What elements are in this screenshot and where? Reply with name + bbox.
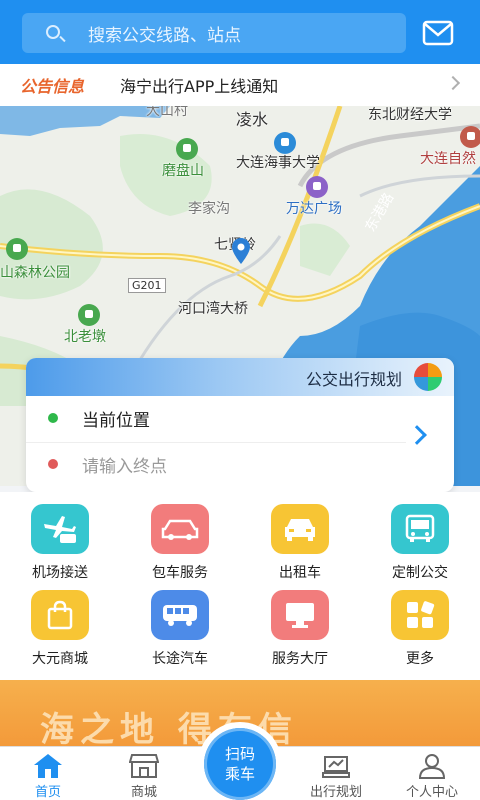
service-long-distance-bus[interactable]: 长途汽车 [120,584,240,674]
origin-text[interactable]: 当前位置 [82,406,150,431]
chevron-right-icon[interactable] [407,425,427,445]
service-label: 包车服务 [152,565,208,581]
route-plan-icon [321,753,351,779]
custom-bus-icon [391,504,449,554]
mail-icon[interactable] [422,20,454,46]
map-label: 山森林公园 [0,265,70,281]
map-label: 凌水 [236,110,269,129]
monitor-icon [271,590,329,640]
scan-button-face: 扫码 乘车 [204,728,276,800]
planner-logo-icon [414,363,442,391]
tab-label: 出行规划 [309,785,362,800]
map-label: 李家沟 [188,201,230,217]
shopping-poi-icon [306,176,328,198]
map-label: 大山村 [146,106,188,119]
top-header: 搜索公交线路、站点 [0,0,480,64]
map-label: 大连自然 [420,151,476,167]
service-label: 定制公交 [392,565,448,581]
road-shield: G201 [128,278,166,293]
origin-field[interactable]: 当前位置 [26,396,406,440]
mountain-poi-icon [78,304,100,326]
service-label: 长途汽车 [152,651,208,667]
home-icon [33,753,63,779]
service-label: 机场接送 [32,565,88,581]
service-mall[interactable]: 大元商城 [0,584,120,674]
notice-message[interactable]: 海宁出行APP上线通知 [120,73,278,97]
planner-title: 公交出行规划 [305,370,402,389]
service-more[interactable]: 更多 [360,584,480,674]
map-label: 磨盘山 [162,163,204,179]
route-planner-card: 公交出行规划 当前位置 请输入终点 [26,358,454,492]
service-charter[interactable]: 包车服务 [120,498,240,588]
scan-label-line2: 乘车 [224,765,255,783]
tab-label: 个人中心 [405,785,458,800]
tab-label: 商城 [130,785,157,800]
notice-bar[interactable]: 公告信息 海宁出行APP上线通知 [0,64,480,106]
tab-route-plan[interactable]: 出行规划 [288,747,384,800]
coach-bus-icon [151,590,209,640]
park-poi-icon [6,238,28,260]
map-label: 北老墩 [64,329,106,345]
map-label: 东北财经大学 [368,107,452,123]
origin-dot-icon [48,413,58,423]
destination-dot-icon [48,459,58,469]
map-label: 大连海事大学 [236,155,320,171]
charter-car-icon [151,504,209,554]
service-label: 大元商城 [32,651,88,667]
taxi-icon [271,504,329,554]
services-grid: 机场接送 包车服务 出租车 定制公交 大元商城 长途汽车 服务大厅 更多 [0,492,480,680]
scan-to-ride-button[interactable]: 扫码 乘车 [198,722,282,800]
search-bar[interactable]: 搜索公交线路、站点 [22,13,406,53]
tab-shop[interactable]: 商城 [96,747,192,800]
shop-icon [128,753,160,779]
mountain-poi-icon [176,138,198,160]
search-input[interactable]: 搜索公交线路、站点 [88,21,241,46]
tab-label: 首页 [34,785,61,800]
service-label: 出租车 [279,565,321,581]
destination-input[interactable]: 请输入终点 [82,452,167,477]
user-icon [417,753,447,779]
map-label: 河口湾大桥 [178,301,248,317]
museum-poi-icon [460,126,480,148]
service-label: 更多 [406,651,434,667]
service-custom-bus[interactable]: 定制公交 [360,498,480,588]
search-icon [42,13,82,53]
service-hall[interactable]: 服务大厅 [240,584,360,674]
service-taxi[interactable]: 出租车 [240,498,360,588]
tab-profile[interactable]: 个人中心 [384,747,480,800]
planner-header: 公交出行规划 [26,358,454,396]
university-poi-icon [274,132,296,154]
service-label: 服务大厅 [272,651,328,667]
more-grid-icon [391,590,449,640]
shopping-bag-icon [31,590,89,640]
notice-tag: 公告信息 [20,77,85,96]
service-airport-transfer[interactable]: 机场接送 [0,498,120,588]
airport-bus-icon [31,504,89,554]
map-label: 万达广场 [286,201,342,217]
destination-field[interactable]: 请输入终点 [26,442,406,486]
scan-label-line1: 扫码 [224,745,255,763]
chevron-right-icon [445,75,461,91]
tab-home[interactable]: 首页 [0,747,96,800]
